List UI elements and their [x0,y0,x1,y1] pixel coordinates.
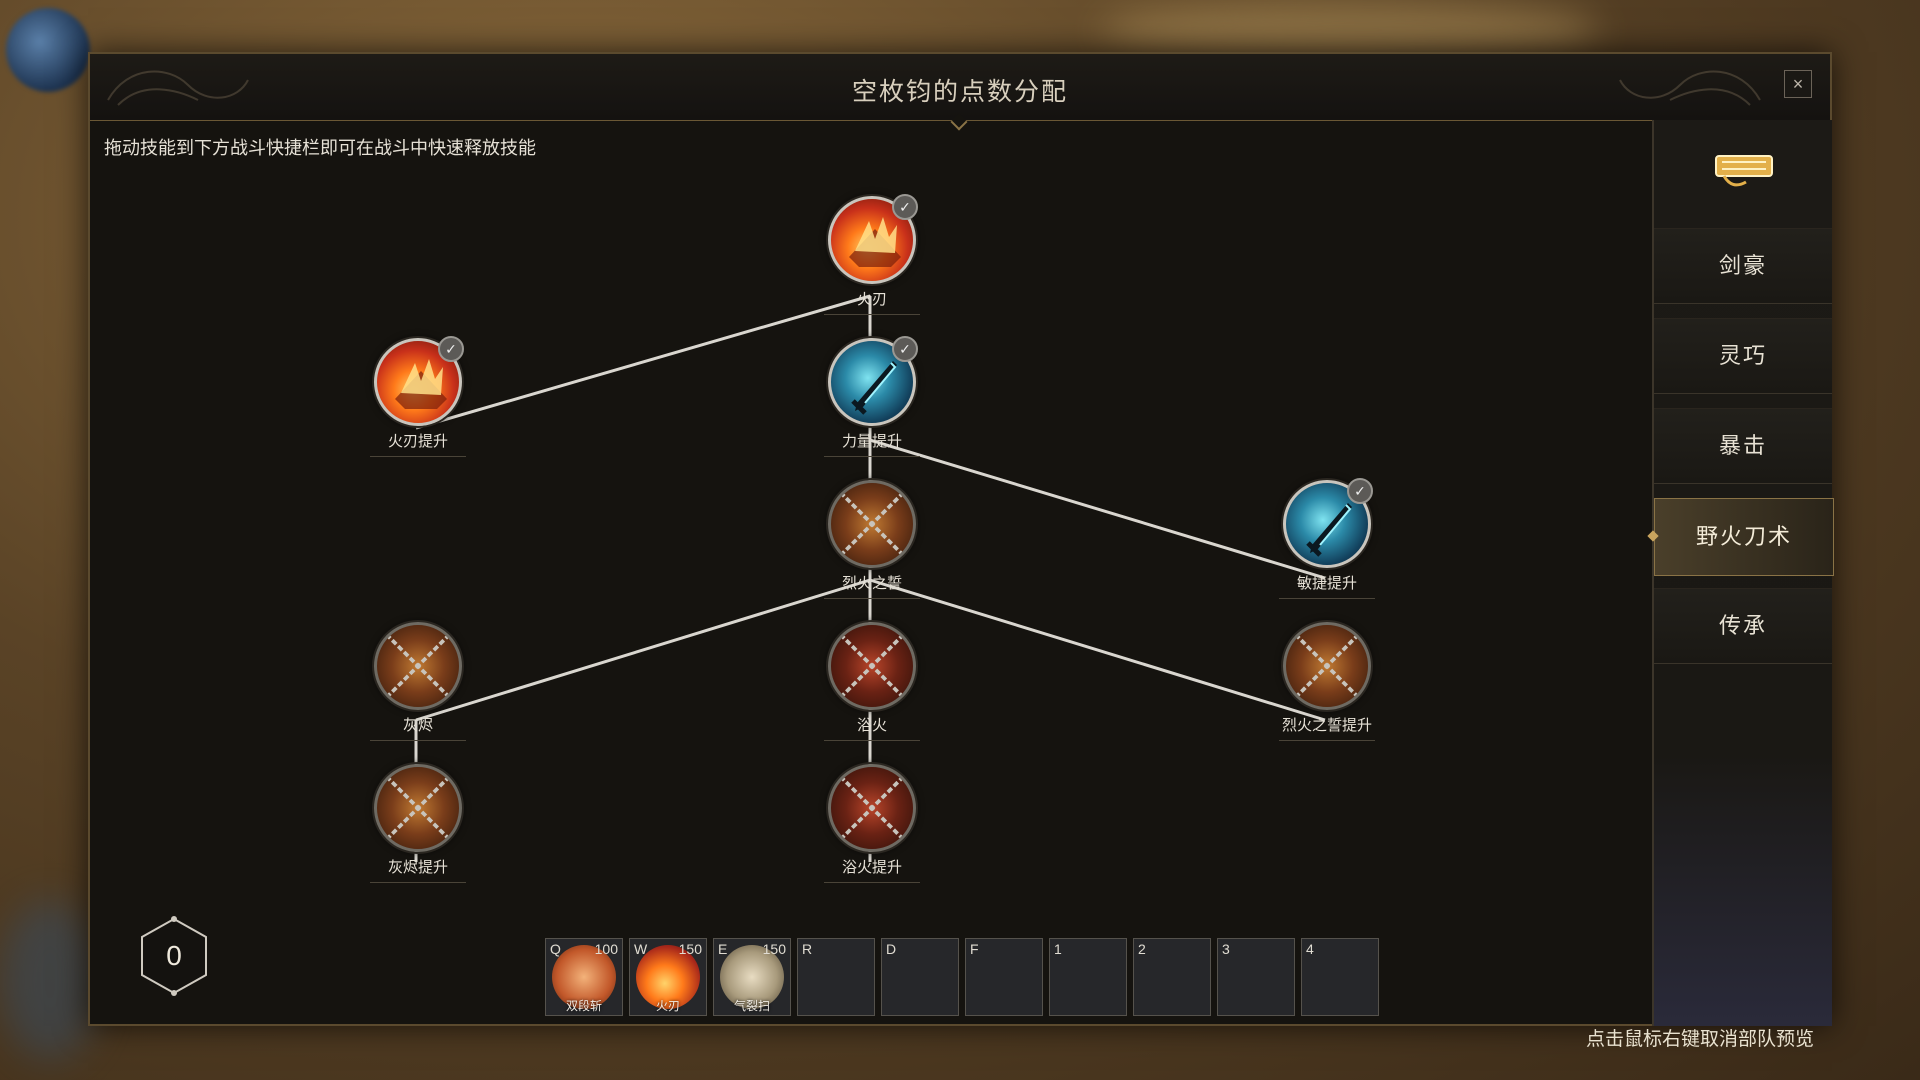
skill-node-yuhuo-up[interactable]: 浴火提升 [824,764,920,883]
link-liehuo-huijin [415,578,871,722]
skill-node-huoren-up[interactable]: ✓ 火刃提升 [370,336,466,457]
skill-label: 浴火 [824,716,920,741]
hotbar-cost: 100 [594,941,618,957]
skill-node-minjie-up[interactable]: ✓ 敏捷提升 [1279,478,1375,599]
hotbar-slot-1[interactable]: 1 [1049,938,1127,1016]
skill-label: 灰烬 [370,716,466,741]
hotbar-skill-name: 火刃 [655,999,680,1013]
locked-skill-icon [1283,622,1371,710]
locked-skill-icon [374,622,462,710]
learned-check-icon: ✓ [892,194,918,220]
tab-baoji[interactable]: 暴击 [1654,408,1832,484]
hotbar-slot-q[interactable]: Q 100 双段斩 [545,938,623,1016]
hotbar-cost: 150 [678,941,702,957]
scroll-icon [1715,155,1773,187]
hotbar-key: D [886,941,897,957]
locked-skill-icon [374,764,462,852]
hotbar-key: 3 [1222,941,1230,957]
hotbar-slot-3[interactable]: 3 [1217,938,1295,1016]
hotbar-key: W [634,941,648,957]
hotbar-key: E [718,941,728,957]
skill-label: 敏捷提升 [1279,574,1375,599]
hotbar-cost: 150 [762,941,786,957]
tab-yehuo-daoshu[interactable]: 野火刀术 [1654,498,1834,576]
hotbar-key: 2 [1138,941,1146,957]
learned-check-icon: ✓ [1347,478,1373,504]
hotbar-skill-name: 气裂扫 [733,999,770,1013]
background-blur-left [0,900,100,1060]
learned-check-icon: ✓ [892,336,918,362]
skill-node-liehuo-shi[interactable]: 烈火之誓 [824,480,920,599]
skill-label: 灰烬提升 [370,858,466,883]
learned-check-icon: ✓ [438,336,464,362]
locked-skill-icon [828,622,916,710]
dialog-title: 空枚钧的点数分配 [851,78,1068,106]
skill-label: 烈火之誓提升 [1279,716,1375,741]
hotbar-key: R [802,941,813,957]
hotbar-slot-w[interactable]: W 150 火刃 [629,938,707,1016]
background-blur [1100,0,1600,60]
tab-chuancheng[interactable]: 传承 [1654,588,1832,664]
hotbar-key: 4 [1306,941,1314,957]
talent-category-sidebar: 剑豪 灵巧 暴击 野火刀术 传承 [1652,120,1834,1026]
hotbar-key: 1 [1054,941,1062,957]
hotbar-skill-name: 双段斩 [565,999,602,1013]
skill-node-huijin-up[interactable]: 灰烬提升 [370,764,466,883]
locked-skill-icon [828,764,916,852]
background-avatar [6,8,90,92]
skill-node-huijin[interactable]: 灰烬 [370,622,466,741]
hotbar-slot-r[interactable]: R [797,938,875,1016]
skill-label: 力量提升 [824,432,920,457]
skill-node-liehuo-shi-up[interactable]: 烈火之誓提升 [1279,622,1375,741]
skill-label: 烈火之誓 [824,574,920,599]
combat-hotbar: Q 100 双段斩 W 150 火刃 E 150 气裂扫 R D F 1 2 3… [545,938,1379,1016]
hotbar-key: Q [550,941,561,957]
skill-node-liliang-up[interactable]: ✓ 力量提升 [824,336,920,457]
link-liliang-minjie [869,438,1326,580]
skill-point-dialog: 空枚钧的点数分配 × 拖动技能到下方战斗快捷栏即可在战斗中快速释放技能 ✓ 火刃 [88,52,1834,1026]
hotbar-slot-f[interactable]: F [965,938,1043,1016]
skill-label: 火刃提升 [370,432,466,457]
close-button[interactable]: × [1784,70,1812,98]
skill-label: 火刃 [824,290,920,315]
hotbar-slot-4[interactable]: 4 [1301,938,1379,1016]
link-huoren-huorenup [415,294,871,430]
link-liehuo-liehuoup [869,578,1326,722]
skill-node-yuhuo[interactable]: 浴火 [824,622,920,741]
skill-points-remaining: 0 [166,940,182,971]
hotbar-slot-d[interactable]: D [881,938,959,1016]
right-click-hint: 点击鼠标右键取消部队预览 [1585,1029,1814,1050]
tab-jianhao[interactable]: 剑豪 [1654,228,1832,304]
dialog-titlebar: 空枚钧的点数分配 × [90,54,1830,131]
tab-lingqiao[interactable]: 灵巧 [1654,318,1832,394]
hotbar-slot-2[interactable]: 2 [1133,938,1211,1016]
hotbar-slot-e[interactable]: E 150 气裂扫 [713,938,791,1016]
skill-label: 浴火提升 [824,858,920,883]
locked-skill-icon [828,480,916,568]
hotbar-key: F [970,941,979,957]
skill-node-huoren[interactable]: ✓ 火刃 [824,194,920,315]
